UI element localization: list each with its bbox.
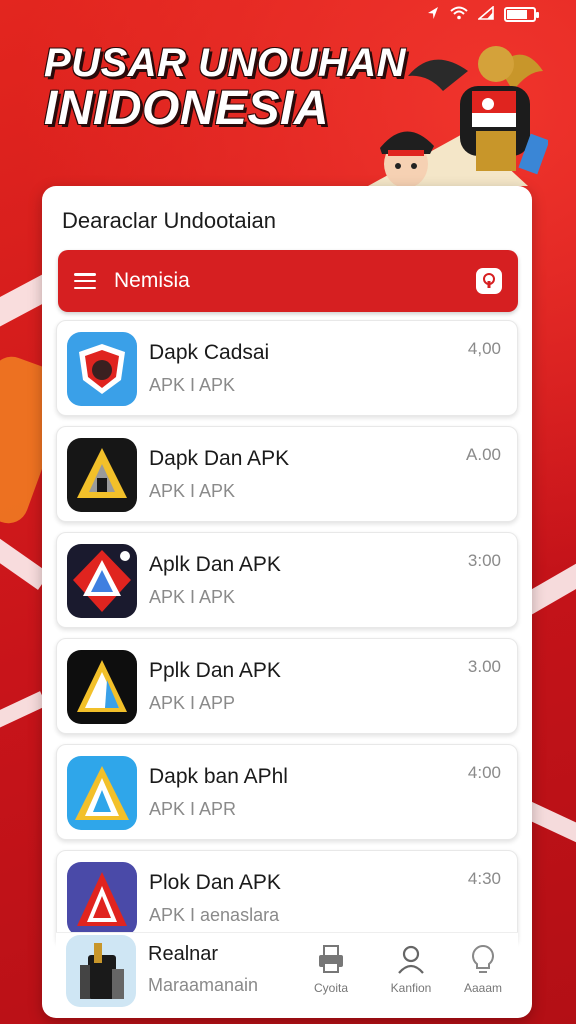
app-list-item[interactable]: Dapk Dan APK APK I APK A.00 (56, 426, 518, 522)
brush-icon (66, 935, 136, 1007)
card-title: Dearaclar Undootaian (62, 208, 277, 233)
user-icon (395, 943, 427, 975)
app-name: Pplk Dan APK (149, 659, 281, 682)
tab-label: Kanfion (390, 981, 432, 995)
app-subtitle: APK I APK (149, 375, 236, 395)
app-version: 4:30 (467, 869, 501, 888)
app-list-item[interactable]: Pplk Dan APK APK I APP 3.00 (56, 638, 518, 734)
triangle-blue-icon (67, 756, 137, 830)
battery-level (507, 9, 527, 19)
tab-aaaam[interactable]: Aaaam (448, 943, 518, 995)
app-version: 4,00 (467, 339, 501, 358)
tab-kanfion[interactable]: Kanfion (376, 943, 446, 995)
app-name: Dapk Dan APK (149, 447, 290, 470)
tab-cyoita[interactable]: Cyoita (296, 943, 366, 995)
app-name: Plok Dan APK (149, 871, 281, 894)
triangle-purple-icon (67, 862, 137, 936)
wifi-icon (450, 6, 468, 23)
triangle-red-icon (67, 544, 137, 618)
app-subtitle: APK I aenaslara (149, 905, 280, 925)
lightbulb-icon (467, 943, 499, 975)
app-list-item[interactable]: Dapk ban APhl APK I APR 4:00 (56, 744, 518, 840)
app-list-item[interactable]: Dapk Cadsai APK I APK 4,00 (56, 320, 518, 416)
tab-label: Cyoita (313, 981, 348, 995)
triangle-dark-icon (67, 438, 137, 512)
mascot-illustration (368, 46, 548, 186)
app-list: Dapk Cadsai APK I APK 4,00 Dapk Dan APK … (56, 320, 518, 956)
profile-icon[interactable] (476, 268, 502, 294)
triangle-black-icon (67, 650, 137, 724)
app-subtitle: APK I APP (149, 693, 236, 713)
app-subtitle: APK I APK (149, 587, 236, 607)
category-bar[interactable]: Nemisia (58, 250, 518, 312)
printer-icon (315, 943, 347, 975)
category-label: Nemisia (114, 269, 190, 292)
battery-icon (504, 6, 539, 22)
app-subtitle: APK I APK (149, 481, 236, 501)
app-version: 3.00 (467, 657, 501, 676)
app-name: Dapk ban APhl (149, 765, 288, 788)
navigation-icon (426, 6, 440, 23)
tab-label: Aaaam (463, 981, 503, 995)
shield-icon (67, 332, 137, 406)
app-version: A.00 (466, 445, 501, 464)
app-name: Dapk Cadsai (149, 341, 270, 364)
signal-icon (476, 4, 494, 23)
hamburger-icon[interactable] (74, 273, 96, 289)
app-list-item[interactable]: Aplk Dan APK APK I APK 3:00 (56, 532, 518, 628)
featured-title: Realnar (148, 943, 219, 965)
featured-app[interactable]: Realnar Maraamanain (56, 933, 266, 1015)
bottom-nav: Realnar Maraamanain Cyoita Kanfion Aaaam (56, 932, 518, 1014)
main-card: Dearaclar Undootaian Nemisia Dapk Cadsai… (42, 186, 532, 1018)
app-version: 3:00 (467, 551, 501, 570)
app-subtitle: APK I APR (149, 799, 237, 819)
featured-subtitle: Maraamanain (148, 975, 259, 995)
app-version: 4:00 (467, 763, 501, 782)
app-name: Aplk Dan APK (149, 553, 281, 576)
status-bar (0, 0, 576, 28)
